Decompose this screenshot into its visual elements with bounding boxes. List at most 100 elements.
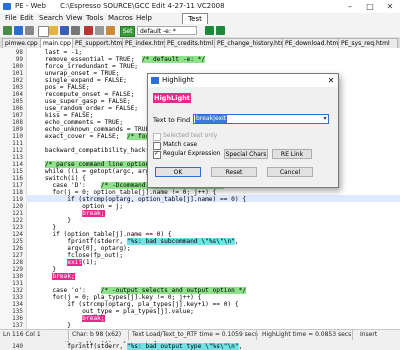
stack-combo[interactable]: default -e: *: [137, 26, 197, 35]
code-text: force_irredundant = TRUE;: [30, 63, 139, 70]
settings-icon[interactable]: [3, 26, 12, 35]
set-button[interactable]: Set: [120, 26, 135, 37]
code-text: if (strcmp(optarg, pla_types[j].key+1) =…: [30, 301, 239, 308]
code-line: single_expand = FALSE;: [30, 77, 127, 84]
regex-checkbox[interactable]: [153, 150, 161, 159]
selected-only-label: Selected text only: [163, 132, 218, 139]
line-number: 115: [12, 168, 23, 175]
new-file-icon[interactable]: [38, 26, 49, 37]
minimize-icon[interactable]: [25, 26, 34, 35]
menu-file[interactable]: File: [3, 13, 19, 24]
code-text: unwrap_onset = TRUE;: [30, 70, 120, 77]
code-line: echo_comments = TRUE;: [30, 119, 123, 126]
file-tab-active[interactable]: main.cpp: [40, 38, 76, 48]
status-highlight-time: HighLight time = 0.0853 secs: [262, 331, 352, 338]
match-case-checkbox[interactable]: [153, 142, 161, 150]
line-number: 102: [12, 77, 23, 84]
code-text: (1);: [82, 259, 98, 266]
status-divider: [68, 330, 69, 340]
line-number: 106: [12, 105, 23, 112]
copy-icon[interactable]: [95, 26, 104, 35]
menu-tools[interactable]: Tools: [84, 13, 105, 24]
code-text: }: [30, 322, 71, 329]
file-tab[interactable]: PE_sys_req.html: [338, 38, 398, 48]
redo-icon[interactable]: [216, 26, 225, 35]
line-number: 118: [12, 189, 23, 196]
line-number: 134: [12, 301, 23, 308]
maximize-button[interactable]: □: [360, 0, 380, 13]
paste-icon[interactable]: [106, 26, 115, 35]
menu-edit[interactable]: Edit: [18, 13, 36, 24]
status-position: Ln 116 Col 1: [3, 331, 41, 338]
file-tab[interactable]: pimwe.cpp: [2, 38, 44, 48]
cancel-button[interactable]: Cancel: [267, 167, 313, 177]
code-line: argv[0], optarg);: [30, 245, 131, 252]
chevron-down-icon[interactable]: ▾: [322, 115, 328, 123]
code-line: force_irredundant = TRUE;: [30, 63, 138, 70]
file-tab[interactable]: PE_change_history.html: [214, 38, 286, 48]
menu-macros[interactable]: Macros: [106, 13, 135, 24]
highlight-badge: HighLight: [153, 93, 191, 103]
code-line: fprintf(stderr, "%s: bad output type \"%…: [30, 343, 242, 350]
test-tab[interactable]: Test: [182, 13, 208, 24]
line-number: 135: [12, 308, 23, 315]
line-number: 126: [12, 245, 23, 252]
open-icon[interactable]: [49, 26, 58, 35]
code-text: argv[0], optarg);: [30, 245, 131, 252]
code-text: case 'o':: [30, 287, 101, 294]
menu-view[interactable]: View: [64, 13, 85, 24]
code-line: }: [30, 224, 56, 231]
code-line: fclose(fp_out);: [30, 252, 123, 259]
print-icon[interactable]: [71, 26, 80, 35]
code-line: }: [30, 217, 71, 224]
dialog-title: Highlight: [162, 76, 194, 84]
line-number: 123: [12, 224, 23, 231]
code-line: break;: [30, 210, 105, 217]
re-link-button[interactable]: RE Link: [272, 149, 312, 159]
menu-search[interactable]: Search: [37, 13, 65, 24]
code-text: out_type = pla_types[j].value;: [30, 308, 194, 315]
line-number: 113: [12, 154, 23, 161]
selected-only-checkbox[interactable]: [153, 133, 161, 141]
status-mode: Insert: [360, 331, 378, 338]
close-button[interactable]: ✕: [380, 0, 400, 13]
menu-help[interactable]: Help: [134, 13, 154, 24]
line-number: 109: [12, 126, 23, 133]
file-tab[interactable]: PE_index.html: [122, 38, 168, 48]
line-number: 104: [12, 91, 23, 98]
file-tab[interactable]: PE_download.html: [282, 38, 342, 48]
status-char: Char: b 98 (x62): [72, 331, 122, 338]
dialog-close-icon[interactable]: ✕: [325, 74, 337, 87]
code-text: use_super_gasp = FALSE;: [30, 98, 131, 105]
code-line: use_super_gasp = FALSE;: [30, 98, 131, 105]
regex-label: Regular Expression: [163, 150, 221, 157]
undo-icon[interactable]: [205, 26, 214, 35]
code-line: if (option_table[j].name == 0) {: [30, 231, 171, 238]
status-divider: [128, 330, 129, 340]
highlight-match: break;: [82, 315, 105, 322]
line-number: 125: [12, 238, 23, 245]
code-line: for(j = 0; pla_types[j].key != 0; j++) {: [30, 294, 201, 301]
reset-button[interactable]: Reset: [211, 167, 257, 177]
save-icon[interactable]: [60, 26, 69, 35]
ok-button[interactable]: OK: [155, 167, 201, 177]
special-chars-button[interactable]: Special Chars: [224, 149, 268, 159]
code-text: single_expand = FALSE;: [30, 77, 127, 84]
code-line: out_type = pla_types[j].value;: [30, 308, 194, 315]
window-icon[interactable]: [14, 26, 23, 35]
line-number: 129: [12, 266, 23, 273]
find-input-value[interactable]: break|exit: [195, 115, 228, 123]
match-case-label: Match case: [163, 141, 198, 148]
code-line: option = j;: [30, 203, 123, 210]
minimize-button[interactable]: –: [340, 0, 360, 13]
file-tab[interactable]: PE_credits.html: [164, 38, 218, 48]
window-title-path: C:\Espresso SOURCE\GCC Edit 4-27-11 VC20…: [60, 2, 225, 10]
cut-icon[interactable]: [84, 26, 93, 35]
code-line: break;: [30, 273, 75, 280]
line-number: 110: [12, 133, 23, 140]
code-line: if (strcmp(optarg, pla_types[j].key+1) =…: [30, 301, 239, 308]
line-number: 111: [12, 140, 23, 147]
file-tab[interactable]: PE_support.html: [72, 38, 126, 48]
